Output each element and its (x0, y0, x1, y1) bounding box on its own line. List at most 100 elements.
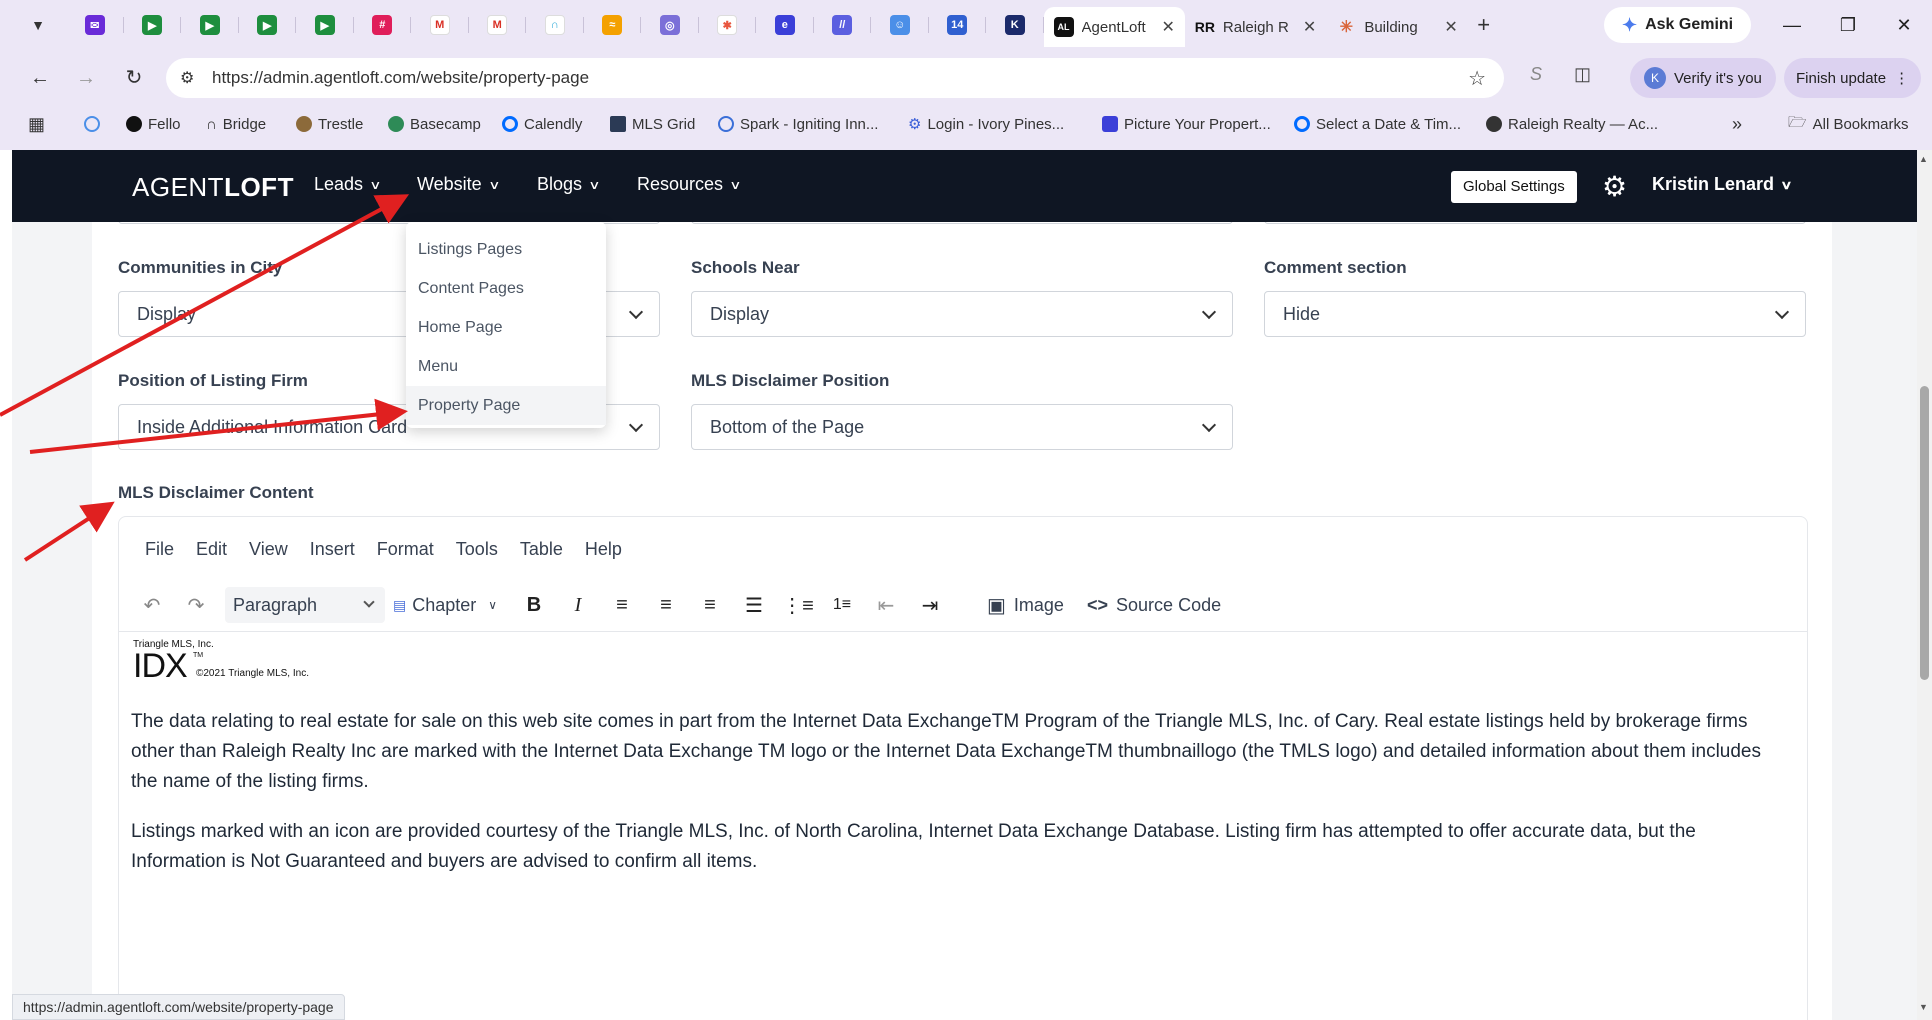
close-tab-icon[interactable]: ✕ (1444, 17, 1457, 37)
pinned-tab[interactable]: M (411, 7, 469, 43)
bookmark-smile[interactable] (84, 116, 100, 132)
bold-icon[interactable]: B (519, 587, 549, 623)
more-bookmarks-icon[interactable]: » (1732, 114, 1742, 135)
forward-icon[interactable]: → (72, 64, 100, 92)
ask-gemini-button[interactable]: ✦ Ask Gemini (1604, 7, 1752, 43)
pinned-tab[interactable]: # (354, 7, 412, 43)
pinned-tab[interactable]: ▶ (296, 7, 354, 43)
minimize-icon[interactable]: — (1764, 15, 1820, 36)
bullet-list-icon[interactable]: ⋮≡ (782, 587, 814, 623)
redo-icon[interactable]: ↷ (181, 587, 211, 623)
pinned-tab[interactable]: ▶ (181, 7, 239, 43)
menu-format[interactable]: Format (377, 539, 434, 560)
pinned-tab[interactable]: M (469, 7, 527, 43)
align-left-icon[interactable]: ≡ (607, 587, 637, 623)
menu-insert[interactable]: Insert (310, 539, 355, 560)
apps-grid-icon[interactable]: ▦ (28, 114, 45, 135)
pinned-tab[interactable]: ☺ (871, 7, 929, 43)
pinned-tab[interactable]: ✉ (66, 7, 124, 43)
back-icon[interactable]: ← (26, 64, 54, 92)
gear-icon[interactable]: ⚙ (1602, 170, 1627, 203)
insert-image-button[interactable]: ▣ Image (987, 587, 1064, 623)
menu-table[interactable]: Table (520, 539, 563, 560)
menu-item-menu[interactable]: Menu (406, 347, 606, 386)
align-center-icon[interactable]: ≡ (651, 587, 681, 623)
pinned-tab[interactable]: ≈ (584, 7, 642, 43)
menu-item-home-page[interactable]: Home Page (406, 308, 606, 347)
pinned-tab[interactable]: e (756, 7, 814, 43)
close-window-icon[interactable]: ✕ (1876, 15, 1932, 36)
restore-icon[interactable]: ❐ (1820, 15, 1876, 36)
bookmark-select-date[interactable]: Select a Date & Tim... (1294, 116, 1461, 133)
bookmark-star-icon[interactable]: ☆ (1468, 66, 1486, 91)
close-tab-icon[interactable]: ✕ (1162, 17, 1175, 37)
align-right-icon[interactable]: ≡ (695, 587, 725, 623)
undo-icon[interactable]: ↶ (137, 587, 167, 623)
pinned-tab[interactable]: 14 (929, 7, 987, 43)
nav-website[interactable]: Website ∨ (417, 174, 500, 195)
disclaimer-paragraph-1[interactable]: The data relating to real estate for sal… (131, 707, 1791, 797)
scroll-up-icon[interactable]: ▲ (1919, 154, 1928, 164)
pinned-tab[interactable]: ✱ (699, 7, 757, 43)
menu-item-listings-pages[interactable]: Listings Pages (406, 230, 606, 269)
tab-raleigh[interactable]: RR Raleigh R ✕ (1185, 7, 1326, 47)
numbered-list-icon[interactable]: 1≡ (827, 587, 857, 623)
block-format-select[interactable]: Paragraph (225, 587, 385, 623)
bookmark-trestle[interactable]: Trestle (296, 116, 363, 133)
address-bar[interactable]: ⚙ https://admin.agentloft.com/website/pr… (166, 58, 1504, 98)
pinned-tab[interactable]: ▶ (124, 7, 182, 43)
url-text[interactable]: https://admin.agentloft.com/website/prop… (212, 68, 589, 88)
menu-item-property-page[interactable]: Property Page (406, 386, 606, 425)
bookmark-ivory-pines[interactable]: ⚙ Login - Ivory Pines... (908, 115, 1064, 134)
outdent-icon[interactable]: ⇤ (871, 587, 901, 623)
schools-select[interactable]: Display (691, 291, 1233, 337)
indent-icon[interactable]: ⇥ (915, 587, 945, 623)
new-tab-button[interactable]: + (1468, 12, 1500, 38)
verify-button[interactable]: K Verify it's you (1630, 58, 1776, 98)
bookmark-calendly[interactable]: Calendly (502, 116, 582, 133)
reload-icon[interactable]: ↻ (120, 64, 148, 92)
nav-blogs[interactable]: Blogs ∨ (537, 174, 601, 195)
bookmark-fello[interactable]: Fello (126, 116, 181, 133)
close-tab-icon[interactable]: ✕ (1303, 17, 1316, 37)
pinned-tab[interactable]: K (986, 7, 1044, 43)
bookmark-picture-your-property[interactable]: Picture Your Propert... (1102, 116, 1271, 133)
menu-item-content-pages[interactable]: Content Pages (406, 269, 606, 308)
extensions-puzzle-icon[interactable]: ◫ (1574, 64, 1591, 85)
scrollbar-thumb[interactable] (1920, 386, 1929, 680)
finish-update-button[interactable]: Finish update ⋮ (1784, 58, 1922, 98)
user-menu[interactable]: Kristin Lenard ∨ (1652, 174, 1793, 195)
italic-icon[interactable]: I (563, 587, 593, 623)
bookmark-spark[interactable]: Spark - Igniting Inn... (718, 116, 878, 133)
comment-select[interactable]: Hide (1264, 291, 1806, 337)
global-settings-button[interactable]: Global Settings (1451, 171, 1577, 203)
pinned-tab[interactable]: ▶ (239, 7, 297, 43)
menu-file[interactable]: File (145, 539, 174, 560)
source-code-button[interactable]: <> Source Code (1087, 587, 1221, 623)
menu-view[interactable]: View (249, 539, 288, 560)
tab-agentloft[interactable]: AL AgentLoft ✕ (1043, 7, 1185, 47)
bookmark-raleigh-realty[interactable]: Raleigh Realty — Ac... (1486, 116, 1658, 133)
disclaimer-paragraph-2[interactable]: Listings marked with an icon are provide… (131, 817, 1791, 877)
bookmark-basecamp[interactable]: Basecamp (388, 116, 481, 133)
all-bookmarks[interactable]: 🗁 All Bookmarks (1788, 112, 1908, 137)
nav-resources[interactable]: Resources ∨ (637, 174, 742, 195)
site-info-icon[interactable]: ⚙ (180, 68, 204, 88)
pinned-tab[interactable]: // (814, 7, 872, 43)
page-scrollbar[interactable]: ▲ ▼ (1917, 150, 1932, 1020)
pinned-tab[interactable]: ∩ (526, 7, 584, 43)
pinned-tab[interactable]: ◎ (641, 7, 699, 43)
bookmark-bridge[interactable]: ∩ Bridge (206, 116, 266, 133)
menu-edit[interactable]: Edit (196, 539, 227, 560)
menu-help[interactable]: Help (585, 539, 622, 560)
extension-s-icon[interactable]: S (1530, 64, 1542, 85)
chapter-select[interactable]: ▤ Chapter ∨ (393, 587, 497, 623)
menu-tools[interactable]: Tools (456, 539, 498, 560)
agentloft-logo[interactable]: AGENTLOFT (132, 172, 294, 203)
align-justify-icon[interactable]: ☰ (739, 587, 769, 623)
mls-position-select[interactable]: Bottom of the Page (691, 404, 1233, 450)
tab-search-icon[interactable]: ▼ (22, 9, 54, 41)
nav-leads[interactable]: Leads ∨ (314, 174, 382, 195)
tab-building[interactable]: ✳ Building ✕ (1326, 7, 1467, 47)
scroll-down-icon[interactable]: ▼ (1919, 1002, 1928, 1012)
